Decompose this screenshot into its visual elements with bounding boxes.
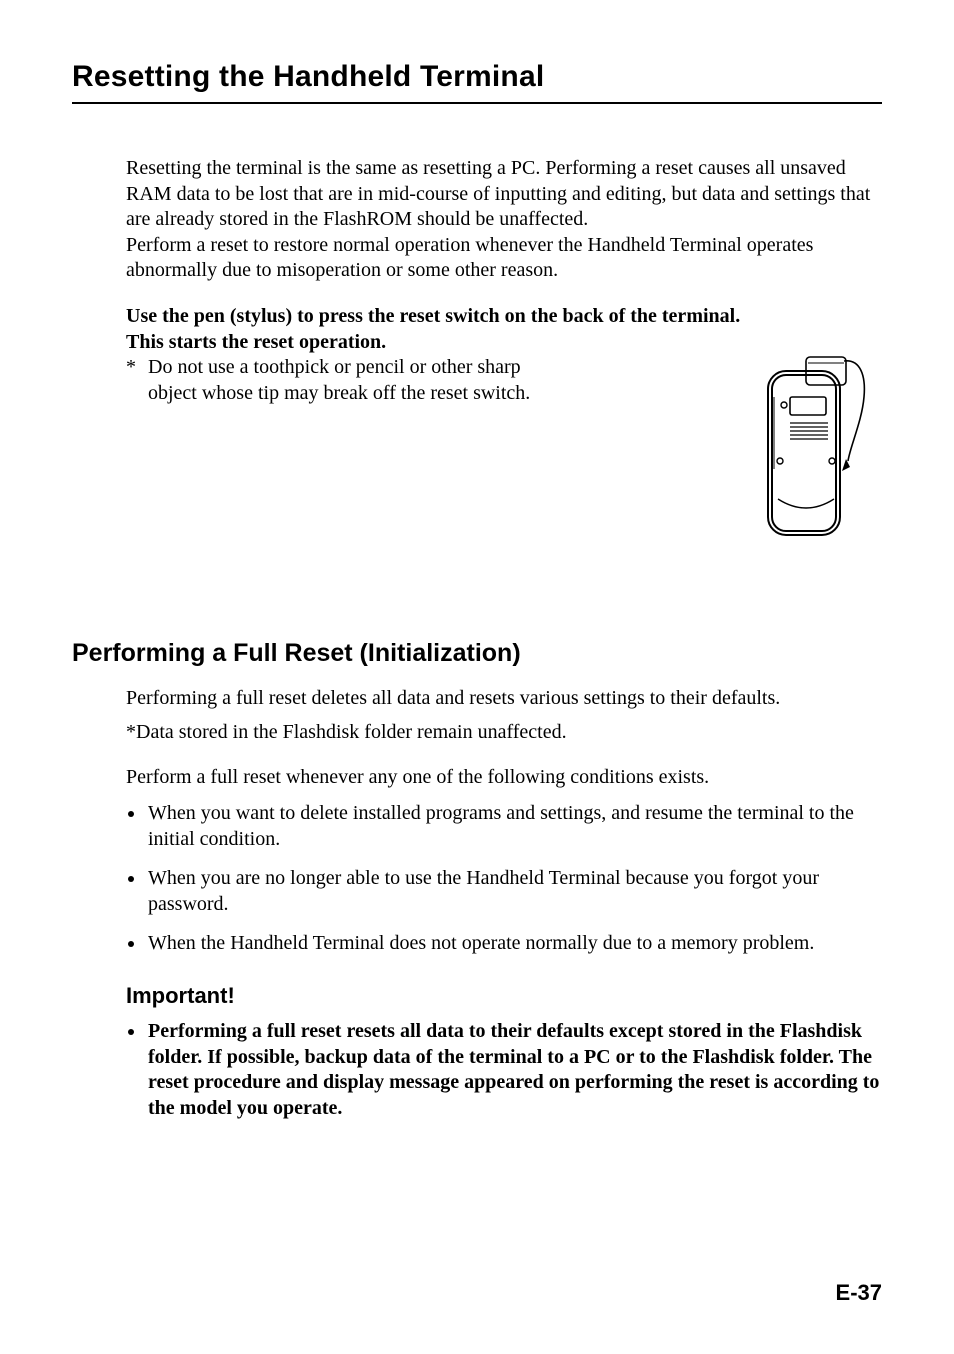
page-title-block: Resetting the Handheld Terminal: [72, 60, 882, 104]
page-body: Resetting the terminal is the same as re…: [72, 110, 882, 1121]
full-reset-paragraph-1: Performing a full reset deletes all data…: [126, 686, 882, 712]
important-block: Important! Performing a full reset reset…: [126, 983, 882, 1121]
intro-paragraph-1: Resetting the terminal is the same as re…: [126, 156, 882, 233]
full-reset-conditions-list: When you want to delete installed progra…: [126, 801, 882, 957]
document-page: Resetting the Handheld Terminal Resettin…: [0, 0, 954, 1354]
full-reset-paragraph-3: Perform a full reset whenever any one of…: [126, 765, 882, 791]
handheld-terminal-icon: [732, 349, 872, 549]
list-item: When you want to delete installed progra…: [126, 801, 882, 852]
terminal-illustration: [732, 349, 882, 549]
intro-paragraph-2: Perform a reset to restore normal operat…: [126, 233, 882, 284]
section-heading-full-reset: Performing a Full Reset (Initialization): [72, 639, 882, 668]
important-heading: Important!: [126, 983, 882, 1009]
star-note-text: Do not use a toothpick or pencil or othe…: [148, 355, 556, 406]
star-note: * Do not use a toothpick or pencil or ot…: [126, 355, 556, 406]
reset-instruction-line-1: Use the pen (stylus) to press the reset …: [126, 304, 882, 330]
star-marker: *: [126, 355, 148, 406]
list-item: When the Handheld Terminal does not oper…: [126, 931, 882, 957]
page-title: Resetting the Handheld Terminal: [72, 60, 882, 94]
important-bullet: Performing a full reset resets all data …: [126, 1019, 882, 1121]
full-reset-paragraph-2: *Data stored in the Flashdisk folder rem…: [126, 720, 882, 746]
title-underline: [72, 102, 882, 104]
page-number: E-37: [836, 1280, 882, 1306]
list-item: When you are no longer able to use the H…: [126, 866, 882, 917]
note-and-figure-row: * Do not use a toothpick or pencil or ot…: [126, 355, 882, 549]
